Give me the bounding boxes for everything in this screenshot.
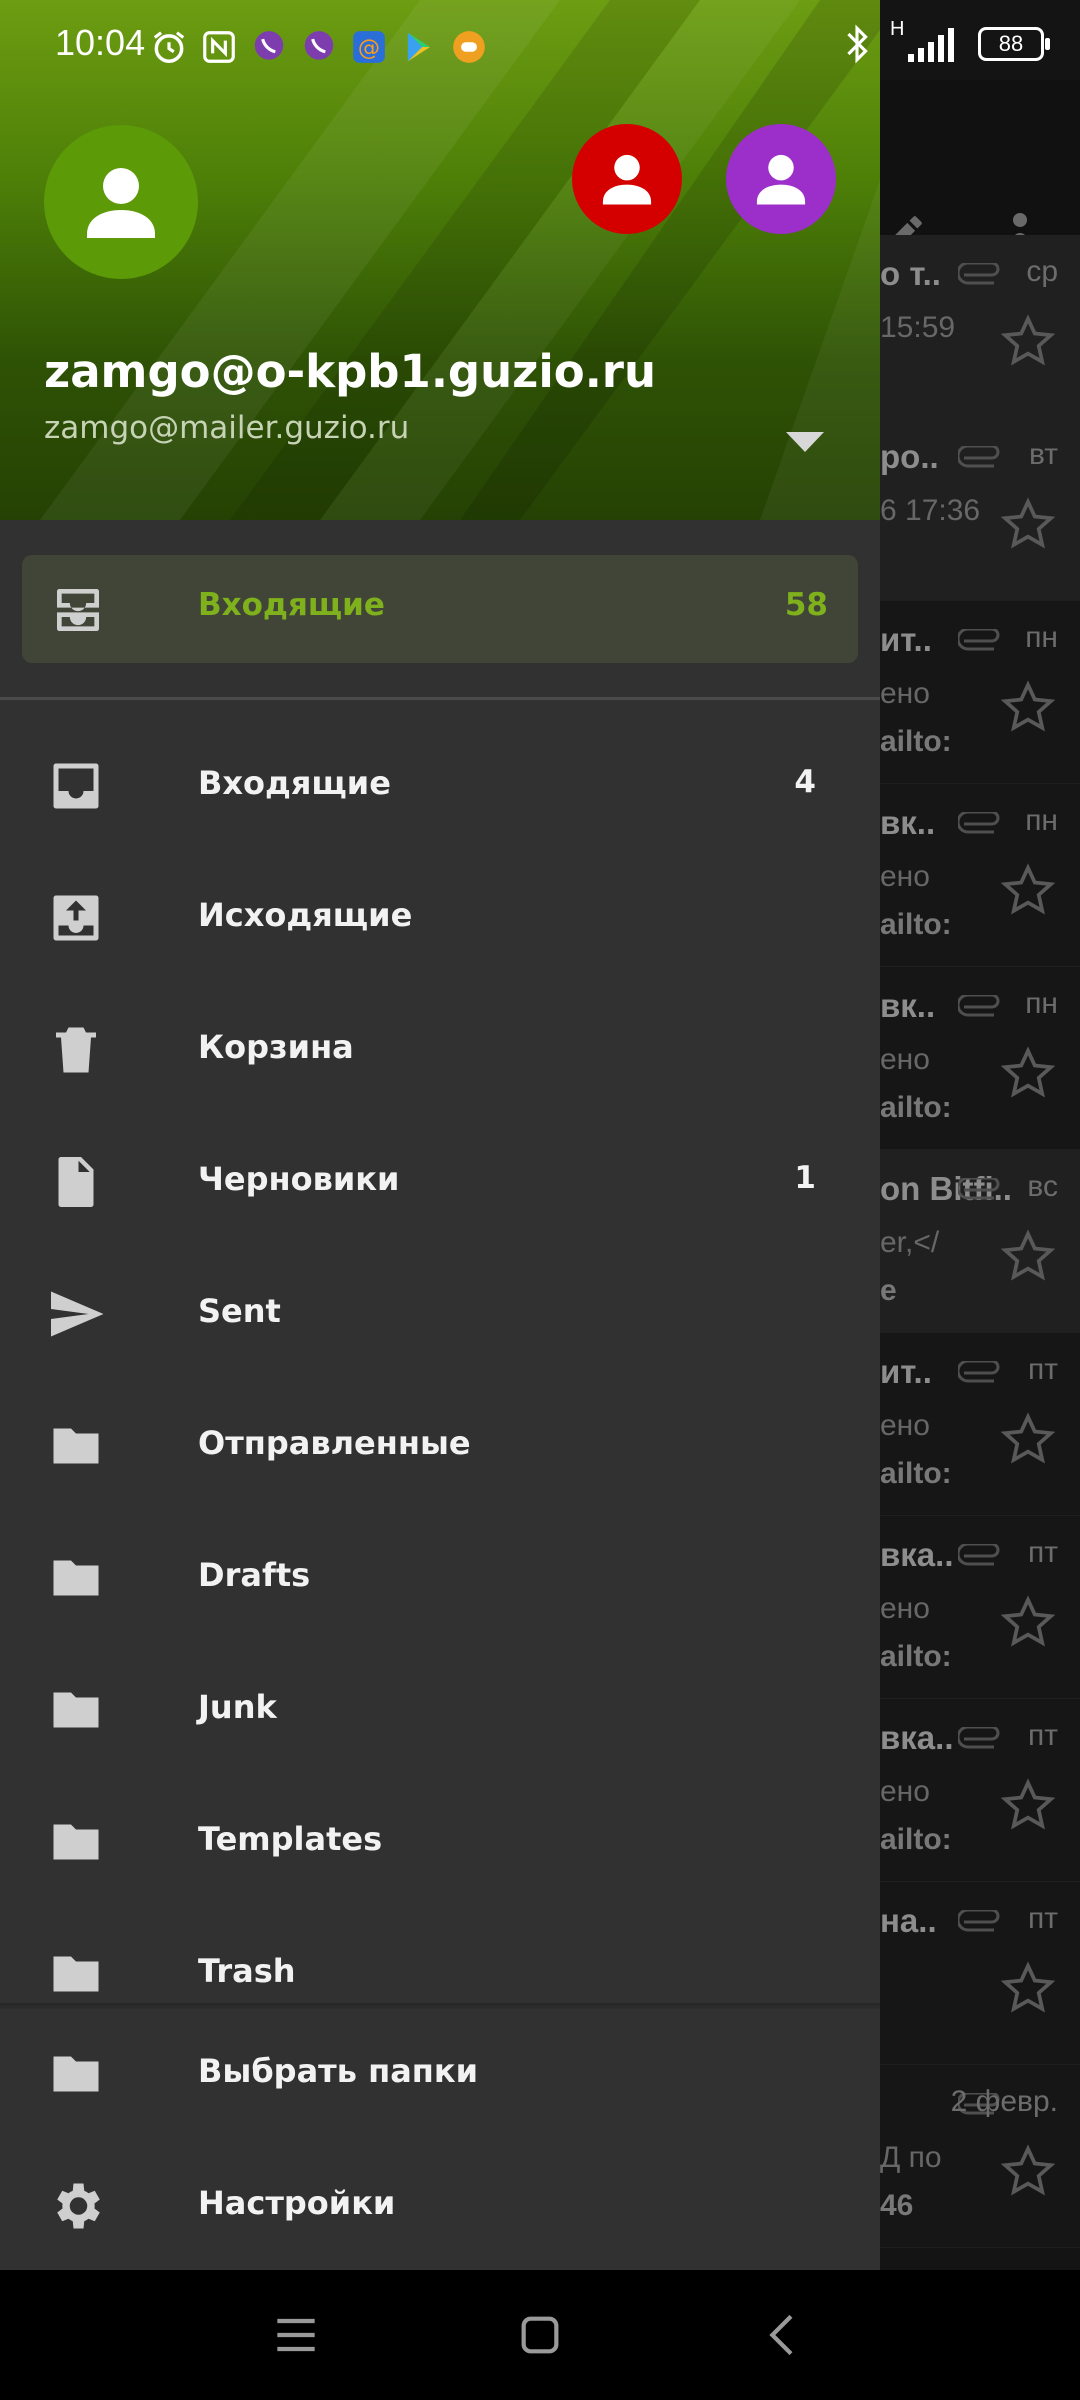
network-type-label: H — [890, 18, 905, 40]
folder-label: Templates — [198, 1820, 383, 1858]
unified-inbox-label: Входящие — [198, 587, 385, 623]
menu-icon[interactable] — [268, 2307, 324, 2363]
status-right: H 88 — [842, 18, 1050, 64]
settings-item[interactable]: Настройки — [0, 2138, 880, 2270]
account-switcher-arrow-icon[interactable] — [786, 432, 824, 452]
viber-icon — [250, 28, 288, 66]
folder-item[interactable]: Templates — [0, 1774, 880, 1906]
status-bar: 10:04 @ H 88 — [0, 0, 1080, 80]
navigation-drawer: zamgo@o-kpb1.guzio.ru zamgo@mailer.guzio… — [0, 0, 880, 2270]
outbox-icon — [53, 895, 99, 941]
folder-item[interactable]: Исходящие — [0, 850, 880, 982]
send-icon — [51, 1291, 104, 1337]
folder-icon — [53, 1956, 99, 1992]
folder-icon — [53, 1428, 99, 1464]
account-name: zamgo@o-kpb1.guzio.ru — [44, 345, 657, 398]
trash-icon — [56, 1027, 96, 1073]
signal-icon: H — [890, 18, 960, 64]
viber-icon-2 — [300, 28, 338, 66]
folder-label: Черновики — [198, 1160, 400, 1198]
alarm-icon — [150, 28, 188, 66]
unified-inbox-icon — [57, 589, 99, 631]
play-store-icon — [400, 28, 438, 66]
folder-item[interactable]: Корзина — [0, 982, 880, 1114]
account-email: zamgo@mailer.guzio.ru — [44, 410, 410, 446]
back-icon[interactable] — [756, 2307, 812, 2363]
folder-icon — [53, 2056, 99, 2092]
folder-count: 1 — [794, 1160, 816, 1196]
bluetooth-icon — [847, 24, 868, 64]
nfc-icon — [200, 28, 238, 66]
person-icon — [756, 154, 806, 205]
unified-inbox-count: 58 — [784, 587, 828, 623]
mail-at-icon: @ — [350, 28, 388, 66]
choose-folders-item[interactable]: Выбрать папки — [0, 2006, 880, 2138]
person-icon — [602, 154, 652, 205]
folder-icon — [53, 1824, 99, 1860]
folder-label: Sent — [198, 1292, 281, 1330]
account-avatar[interactable] — [44, 125, 198, 279]
folder-label: Trash — [198, 1952, 296, 1990]
other-account-avatar-1[interactable] — [572, 124, 682, 234]
status-time: 10:04 — [55, 22, 146, 63]
folder-label: Отправленные — [198, 1424, 471, 1462]
unified-inbox-item[interactable]: Входящие 58 — [22, 555, 858, 663]
folder-count: 4 — [794, 764, 816, 800]
divider — [0, 697, 880, 700]
folder-label: Входящие — [198, 764, 391, 802]
svg-text:@: @ — [358, 35, 380, 61]
folder-icon — [53, 1692, 99, 1728]
notification-icons: @ — [150, 28, 488, 66]
folder-icon — [53, 1560, 99, 1596]
draft-icon — [58, 1157, 94, 1207]
system-navigation-bar — [0, 2270, 1080, 2400]
person-icon — [87, 168, 155, 238]
folder-label: Junk — [198, 1688, 277, 1726]
other-account-avatar-2[interactable] — [726, 124, 836, 234]
folder-item[interactable]: Отправленные — [0, 1378, 880, 1510]
folder-item[interactable]: Черновики 1 — [0, 1114, 880, 1246]
folder-label: Исходящие — [198, 896, 413, 934]
folder-item[interactable]: Junk — [0, 1642, 880, 1774]
folder-item[interactable]: Sent — [0, 1246, 880, 1378]
folder-item[interactable]: Входящие 4 — [0, 718, 880, 850]
folder-item[interactable]: Drafts — [0, 1510, 880, 1642]
folder-label: Drafts — [198, 1556, 311, 1594]
message-bubble-icon — [450, 28, 488, 66]
inbox-icon — [53, 763, 99, 809]
gear-icon — [57, 2183, 100, 2229]
folder-label: Корзина — [198, 1028, 354, 1066]
settings-label: Настройки — [198, 2184, 396, 2222]
home-icon[interactable] — [512, 2307, 568, 2363]
choose-folders-label: Выбрать папки — [198, 2052, 479, 2090]
battery-indicator: 88 — [978, 27, 1050, 61]
